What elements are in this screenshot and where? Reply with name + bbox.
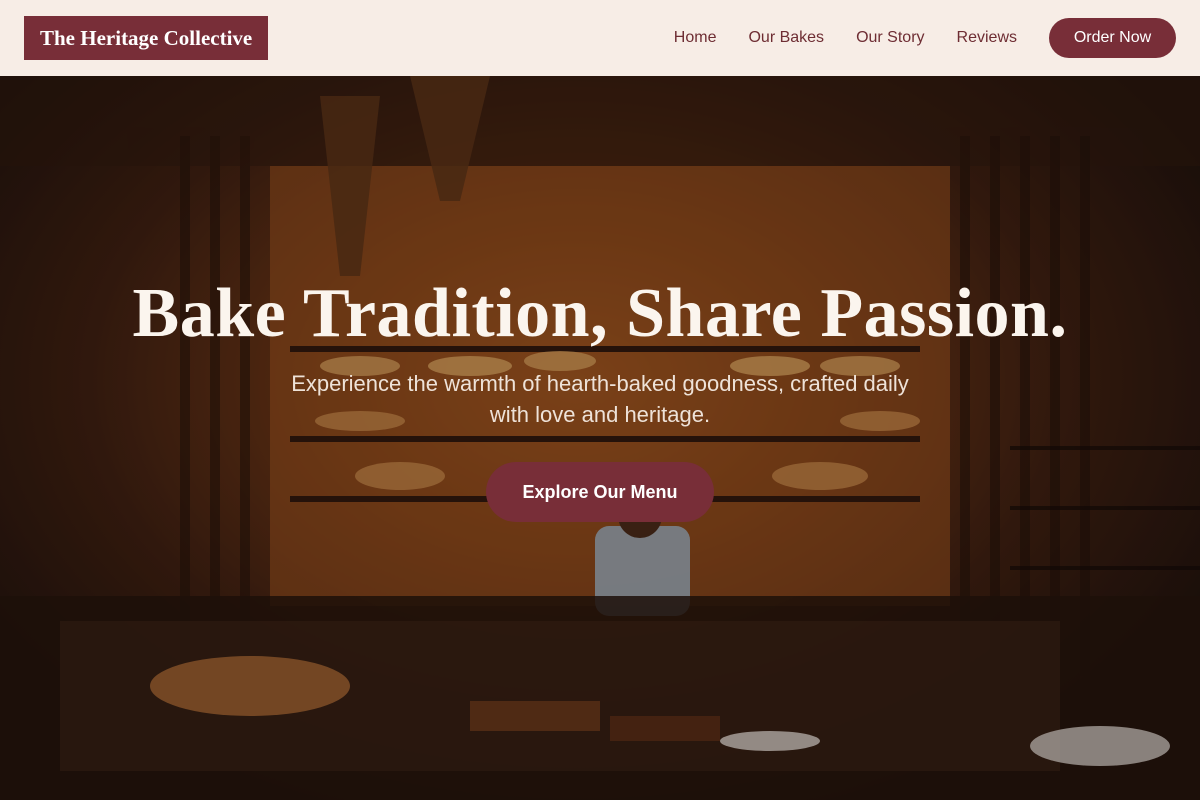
hero-subtitle: Experience the warmth of hearth-baked go… bbox=[291, 371, 909, 427]
hero-section: Bake Tradition, Share Passion. Experienc… bbox=[0, 76, 1200, 800]
order-now-button[interactable]: Order Now bbox=[1049, 18, 1176, 58]
hero-dark-overlay bbox=[0, 76, 1200, 800]
nav-home-link[interactable]: Home bbox=[674, 29, 717, 47]
nav-reviews-link[interactable]: Reviews bbox=[957, 29, 1017, 47]
nav-our-bakes-link[interactable]: Our Bakes bbox=[748, 29, 824, 47]
brand-logo[interactable]: The Heritage Collective bbox=[24, 16, 269, 60]
nav-our-story-link[interactable]: Our Story bbox=[856, 29, 924, 47]
explore-menu-button[interactable]: Explore Our Menu bbox=[486, 462, 714, 522]
site-header: The Heritage Collective Home Our Bakes O… bbox=[0, 0, 1200, 76]
hero-title: Bake Tradition, Share Passion. bbox=[132, 275, 1068, 352]
main-nav: Home Our Bakes Our Story Reviews bbox=[674, 0, 1017, 76]
